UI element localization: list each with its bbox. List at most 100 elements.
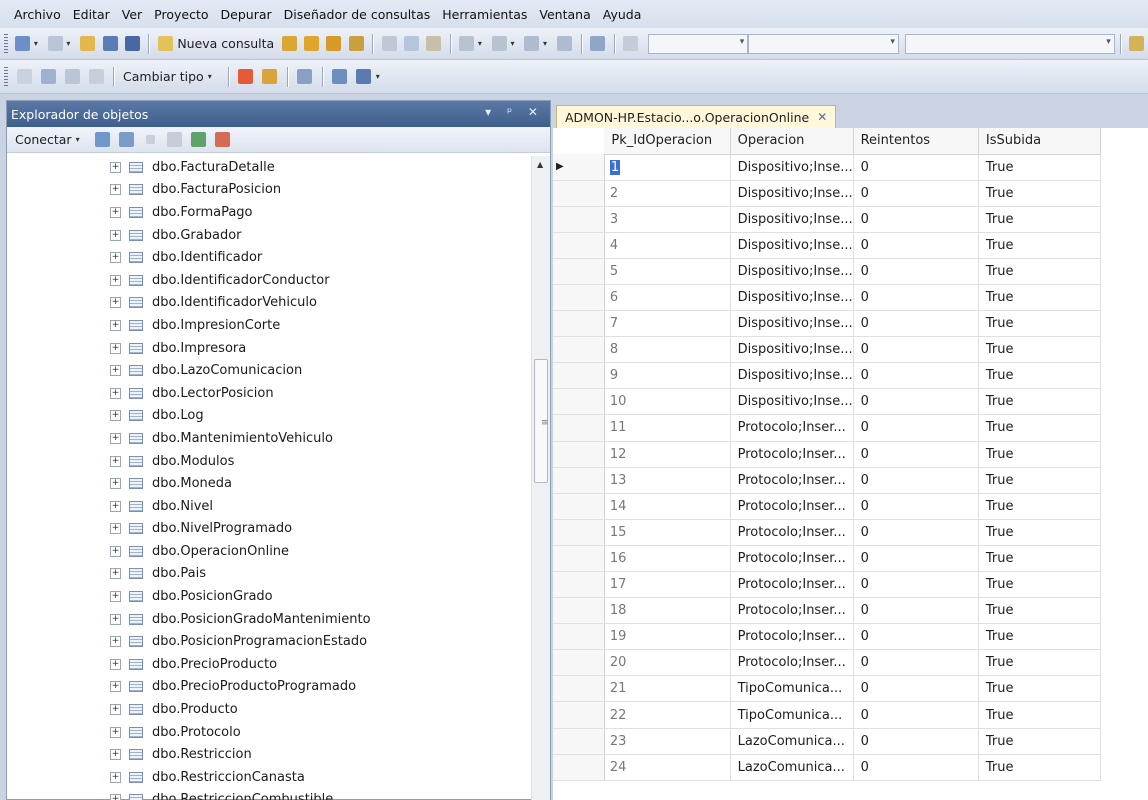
expand-icon[interactable]: + — [110, 613, 121, 625]
tree-item[interactable]: + dbo.PosicionProgramacionEstado — [7, 630, 533, 653]
row-header[interactable] — [553, 571, 605, 599]
expand-icon[interactable]: + — [110, 274, 121, 286]
table-cell[interactable]: 20 — [604, 649, 731, 677]
expand-icon[interactable]: + — [110, 387, 121, 399]
table-row[interactable]: 20 Protocolo;Inser... 0 True — [553, 649, 1148, 677]
redo-icon[interactable] — [490, 34, 508, 54]
table-cell[interactable]: True — [978, 623, 1102, 651]
diagram-pane-icon[interactable] — [14, 67, 34, 87]
table-cell[interactable]: Dispositivo;Inse... — [730, 388, 854, 416]
filter-icon[interactable] — [165, 130, 185, 150]
table-cell[interactable]: True — [978, 754, 1102, 781]
disconnect-icon[interactable] — [117, 130, 137, 150]
table-cell[interactable]: True — [978, 154, 1102, 181]
expand-icon[interactable]: + — [110, 681, 121, 693]
stop-icon[interactable] — [141, 130, 161, 150]
row-header[interactable] — [553, 728, 605, 755]
table-cell[interactable]: 0 — [853, 519, 979, 546]
table-cell[interactable]: 0 — [853, 701, 979, 729]
row-header[interactable] — [553, 545, 605, 573]
table-row[interactable]: 4 Dispositivo;Inse... 0 True — [553, 232, 1148, 259]
expand-icon[interactable]: + — [110, 568, 121, 580]
expand-icon[interactable]: + — [110, 184, 121, 196]
table-cell[interactable]: Protocolo;Inser... — [730, 467, 854, 494]
table-cell[interactable]: 10 — [604, 388, 731, 416]
row-header[interactable] — [553, 493, 605, 520]
database-engine-query-icon[interactable] — [280, 34, 298, 54]
table-cell[interactable]: True — [978, 232, 1102, 259]
tree-item[interactable]: + dbo.RestriccionCanasta — [7, 766, 533, 789]
table-cell[interactable]: 3 — [604, 206, 731, 233]
platform-select[interactable]: ▾ — [748, 33, 899, 54]
tree-item[interactable]: + dbo.Producto — [7, 698, 533, 721]
table-row[interactable]: 11 Protocolo;Inser... 0 True — [553, 414, 1148, 442]
expand-icon[interactable]: + — [110, 658, 121, 670]
table-cell[interactable]: 0 — [853, 362, 979, 390]
row-header[interactable] — [553, 701, 605, 729]
save-all-icon[interactable] — [123, 34, 141, 54]
panel-controls[interactable]: ▾ ᵖ ✕ — [485, 105, 544, 119]
table-cell[interactable]: Dispositivo;Inse... — [730, 180, 854, 207]
expand-icon[interactable]: + — [110, 591, 121, 603]
table-cell[interactable]: 15 — [604, 519, 731, 546]
table-row[interactable]: 24 LazoComunica... 0 True — [553, 754, 1148, 781]
table-cell[interactable]: LazoComunica... — [730, 754, 854, 781]
table-cell[interactable]: Protocolo;Inser... — [730, 597, 854, 625]
table-cell[interactable]: 0 — [853, 336, 979, 364]
tree-item[interactable]: + dbo.LectorPosicion — [7, 382, 533, 405]
table-cell[interactable]: 0 — [853, 441, 979, 468]
table-cell[interactable]: True — [978, 258, 1102, 285]
row-header[interactable] — [553, 206, 605, 233]
tree-item[interactable]: + dbo.MantenimientoVehiculo — [7, 427, 533, 450]
expand-icon[interactable]: + — [110, 545, 121, 557]
row-header[interactable] — [553, 388, 605, 416]
execute-sql-icon[interactable] — [236, 67, 256, 87]
column-header-operacion[interactable]: Operacion — [730, 128, 854, 155]
row-header[interactable] — [553, 232, 605, 259]
undo-icon[interactable] — [458, 34, 476, 54]
refresh-icon[interactable] — [189, 130, 209, 150]
table-cell[interactable]: True — [978, 701, 1102, 729]
table-cell[interactable]: 0 — [853, 728, 979, 755]
table-cell[interactable]: 7 — [604, 310, 731, 338]
table-cell[interactable]: True — [978, 649, 1102, 677]
table-cell[interactable]: 0 — [853, 467, 979, 494]
table-cell[interactable]: 17 — [604, 571, 731, 599]
table-cell[interactable]: 24 — [604, 754, 731, 781]
tree-item[interactable]: + dbo.Moneda — [7, 472, 533, 495]
tree-item[interactable]: + dbo.LazoComunicacion — [7, 359, 533, 382]
toolbar-grip[interactable] — [4, 66, 8, 87]
table-cell[interactable]: 2 — [604, 180, 731, 207]
table-row[interactable]: 15 Protocolo;Inser... 0 True — [553, 519, 1148, 546]
expand-icon[interactable]: + — [110, 319, 121, 331]
scroll-thumb[interactable]: ≡ — [534, 359, 549, 483]
tree-item[interactable]: + dbo.FacturaPosicion — [7, 179, 533, 202]
table-row[interactable]: 6 Dispositivo;Inse... 0 True — [553, 284, 1148, 312]
table-cell[interactable]: Dispositivo;Inse... — [730, 258, 854, 285]
row-header[interactable] — [553, 623, 605, 651]
table-cell[interactable]: 0 — [853, 545, 979, 573]
table-row[interactable]: 17 Protocolo;Inser... 0 True — [553, 571, 1148, 599]
table-cell[interactable]: 5 — [604, 258, 731, 285]
table-row[interactable]: 21 TipoComunica... 0 True — [553, 675, 1148, 703]
table-cell[interactable]: True — [978, 728, 1102, 755]
expand-icon[interactable]: + — [110, 794, 121, 800]
expand-icon[interactable]: + — [110, 523, 121, 535]
table-cell[interactable]: Protocolo;Inser... — [730, 441, 854, 468]
row-header[interactable] — [553, 336, 605, 364]
expand-icon[interactable]: + — [110, 771, 121, 783]
toolbar-overflow-icon[interactable]: ▾ — [376, 72, 384, 81]
tree-item[interactable]: + dbo.ImpresionCorte — [7, 314, 533, 337]
tree-item[interactable]: + dbo.FormaPago — [7, 201, 533, 224]
open-file-icon[interactable] — [79, 34, 97, 54]
table-cell[interactable]: 0 — [853, 180, 979, 207]
activity-monitor-icon[interactable] — [213, 130, 233, 150]
row-header[interactable] — [553, 649, 605, 677]
tree-item[interactable]: + dbo.Log — [7, 405, 533, 428]
navigate-icon[interactable] — [523, 34, 541, 54]
table-cell[interactable]: True — [978, 284, 1102, 312]
tree-item[interactable]: + dbo.FacturaDetalle — [7, 156, 533, 179]
tree-item[interactable]: + dbo.RestriccionCombustible — [7, 789, 533, 800]
row-header[interactable] — [553, 284, 605, 312]
close-icon[interactable]: ✕ — [817, 110, 827, 124]
